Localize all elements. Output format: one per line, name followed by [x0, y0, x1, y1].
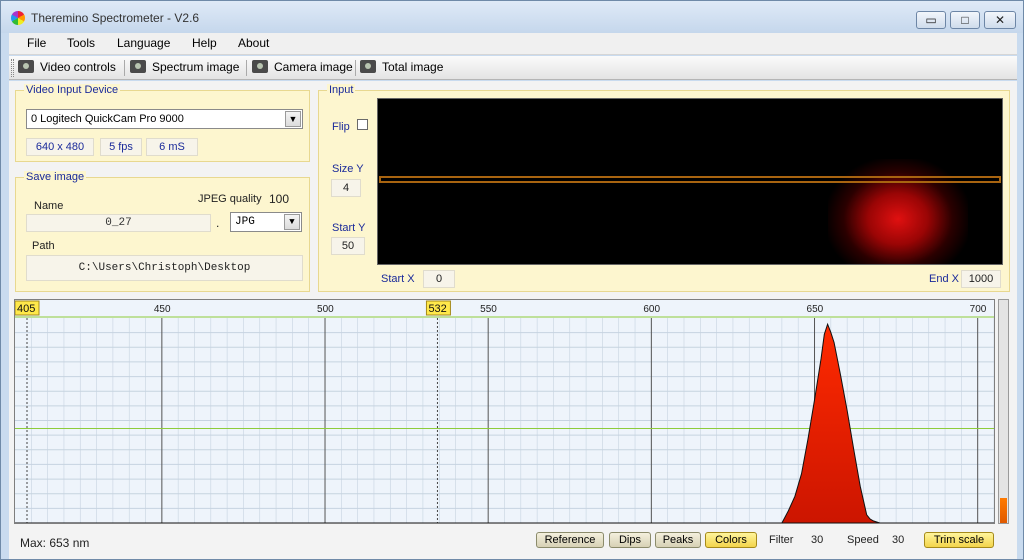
- camera-preview[interactable]: [377, 98, 1003, 265]
- marker-label-532: 532: [428, 303, 446, 315]
- level-fill: [1000, 498, 1007, 523]
- size-y-label: Size Y: [332, 163, 364, 175]
- speed-value[interactable]: 30: [892, 534, 904, 546]
- file-name-field[interactable]: 0_27: [26, 214, 211, 232]
- camera-icon: [360, 60, 376, 73]
- content-area: Video Input Device 0 Logitech QuickCam P…: [9, 81, 1017, 559]
- total-image-label: Total image: [382, 60, 444, 74]
- size-y-value[interactable]: 4: [331, 179, 361, 197]
- reference-button[interactable]: Reference: [536, 532, 604, 548]
- resolution-display: 640 x 480: [26, 138, 94, 156]
- spectrum-chart[interactable]: 450 500 550 600 650 700 405 532: [14, 299, 995, 524]
- input-panel: Input Flip Size Y 4 Start Y 50 Start X 0…: [318, 84, 1010, 292]
- title-bar: Theremino Spectrometer - V2.6 ▭ □ ✕: [1, 1, 1023, 33]
- close-icon: ✕: [994, 13, 1006, 27]
- light-spot: [828, 159, 968, 264]
- toolbar-separator: [355, 60, 356, 76]
- spectrum-image-label: Spectrum image: [152, 60, 240, 74]
- toolbar-separator: [124, 60, 125, 76]
- start-y-label: Start Y: [332, 222, 366, 234]
- exposure-display: 6 mS: [146, 138, 198, 156]
- video-controls-label: Video controls: [40, 60, 116, 74]
- video-input-title: Video Input Device: [24, 84, 121, 96]
- input-title: Input: [327, 84, 356, 96]
- tick-label-550: 550: [480, 304, 497, 315]
- video-device-select[interactable]: 0 Logitech QuickCam Pro 9000 ▼: [26, 109, 303, 129]
- filter-value[interactable]: 30: [811, 534, 823, 546]
- jpeg-quality-value[interactable]: 100: [269, 192, 289, 206]
- spectrum-image-button[interactable]: Spectrum image: [130, 60, 239, 76]
- dips-button[interactable]: Dips: [609, 532, 651, 548]
- camera-icon: [130, 60, 146, 73]
- menu-language[interactable]: Language: [117, 36, 170, 50]
- app-logo-icon: [11, 11, 25, 25]
- toolbar-separator: [246, 60, 247, 76]
- chevron-down-icon[interactable]: ▼: [285, 111, 301, 127]
- menu-file[interactable]: File: [27, 36, 46, 50]
- flip-label: Flip: [332, 121, 350, 133]
- video-device-value: 0 Logitech QuickCam Pro 9000: [31, 113, 184, 125]
- menu-bar: File Tools Language Help About: [9, 33, 1017, 55]
- chevron-down-icon[interactable]: ▼: [284, 214, 300, 230]
- filter-label: Filter: [769, 534, 794, 546]
- flip-checkbox[interactable]: [357, 119, 368, 130]
- colors-button[interactable]: Colors: [705, 532, 757, 548]
- minimize-icon: ▭: [925, 13, 937, 27]
- close-button[interactable]: ✕: [984, 11, 1016, 29]
- menu-help[interactable]: Help: [192, 36, 217, 50]
- maximize-button[interactable]: □: [950, 11, 980, 29]
- window-title: Theremino Spectrometer - V2.6: [31, 11, 200, 25]
- path-label: Path: [32, 240, 55, 252]
- max-readout: Max: 653 nm: [20, 536, 90, 550]
- jpeg-quality-label: JPEG quality: [198, 193, 262, 205]
- start-y-value[interactable]: 50: [331, 237, 365, 255]
- peaks-button[interactable]: Peaks: [655, 532, 701, 548]
- main-window: Theremino Spectrometer - V2.6 ▭ □ ✕ File…: [0, 0, 1024, 560]
- toolbar-grip[interactable]: [11, 59, 14, 77]
- save-image-panel: Save image Name JPEG quality 100 0_27 . …: [15, 171, 310, 292]
- video-controls-button[interactable]: Video controls: [18, 60, 116, 76]
- name-label: Name: [34, 200, 64, 212]
- status-bar: Max: 653 nm Reference Dips Peaks Colors …: [14, 527, 1012, 557]
- camera-icon: [252, 60, 268, 73]
- camera-image-button[interactable]: Camera image: [252, 60, 353, 76]
- extension-dot: .: [216, 216, 220, 230]
- trim-scale-button[interactable]: Trim scale: [924, 532, 994, 548]
- save-image-title: Save image: [24, 171, 87, 183]
- tick-label-450: 450: [154, 304, 171, 315]
- tick-label-650: 650: [807, 304, 824, 315]
- maximize-icon: □: [961, 13, 969, 27]
- format-value: JPG: [235, 216, 255, 228]
- camera-image-label: Camera image: [274, 60, 353, 74]
- speed-label: Speed: [847, 534, 879, 546]
- tick-label-500: 500: [317, 304, 334, 315]
- spectrum-svg[interactable]: 450 500 550 600 650 700 405 532: [15, 300, 994, 523]
- start-x-label: Start X: [381, 273, 415, 285]
- video-camera-icon: [18, 60, 34, 73]
- format-select[interactable]: JPG ▼: [230, 212, 302, 232]
- level-scale: [998, 299, 1009, 524]
- path-field[interactable]: C:\Users\Christoph\Desktop: [26, 255, 303, 281]
- scan-band[interactable]: [379, 176, 1001, 183]
- end-x-value[interactable]: 1000: [961, 270, 1001, 288]
- total-image-button[interactable]: Total image: [360, 60, 443, 76]
- minimize-button[interactable]: ▭: [916, 11, 946, 29]
- tick-label-700: 700: [970, 304, 987, 315]
- end-x-label: End X: [929, 273, 959, 285]
- fps-display: 5 fps: [100, 138, 142, 156]
- menu-tools[interactable]: Tools: [67, 36, 95, 50]
- toolbar: Video controls Spectrum image Camera ima…: [9, 56, 1017, 80]
- start-x-value[interactable]: 0: [423, 270, 455, 288]
- menu-about[interactable]: About: [238, 36, 269, 50]
- tick-label-600: 600: [643, 304, 660, 315]
- marker-label-405: 405: [17, 303, 35, 315]
- video-input-panel: Video Input Device 0 Logitech QuickCam P…: [15, 84, 310, 162]
